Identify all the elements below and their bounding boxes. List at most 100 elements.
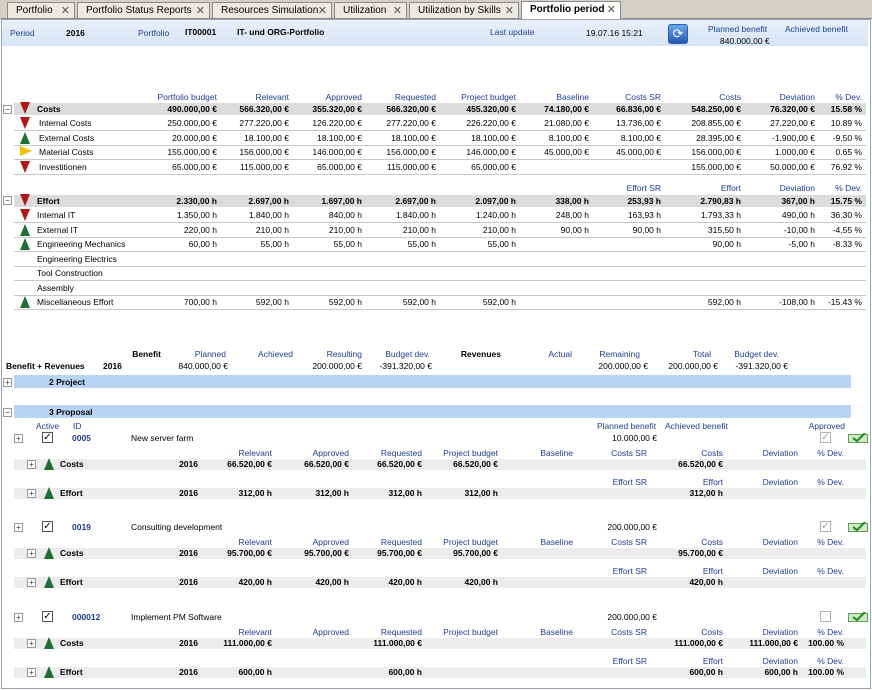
close-icon[interactable]: ✕ [318,4,327,17]
approved-checkbox[interactable]: ✓ [820,432,831,443]
green-up-triangle-icon [44,666,54,678]
green-up-triangle-icon [44,458,54,470]
proposal-planned-benefit: 200.000,00 € [607,522,657,532]
row-divider [14,130,866,131]
portfolio-label: Portfolio [138,28,170,38]
sub-column-header: % Dev. [817,566,844,576]
proposal-id: 0005 [72,433,91,443]
sub-column-header: % Dev. [817,656,844,666]
tab-bar: Portfolio ✕ Portfolio Status Reports ✕ Res… [0,0,872,19]
cell-value: 15.75 % [830,196,862,206]
close-icon[interactable]: ✕ [607,3,616,16]
effort-row-label: Assembly [37,283,74,293]
benefit-budget-dev-2: -391.320,00 € [735,361,788,371]
portfolio-name: IT- und ORG-Portfolio [237,27,325,37]
planned-benefit-label: Planned benefit [708,24,768,34]
effort-row-label: External IT [37,225,79,235]
column-header: % Dev. [835,183,862,193]
sub-column-header: % Dev. [817,627,844,637]
group-label-project: 2 Project [49,377,85,387]
cell-value: 600,00 h [388,667,422,677]
cell-value: 66.520,00 € [678,459,723,469]
cell-value: 420,00 h [689,577,723,587]
cell-value: 111.000,00 € [223,638,272,648]
green-up-triangle-icon [44,487,54,499]
expand-effort-toggle[interactable]: + [27,578,36,587]
group-row-proposal[interactable] [14,405,851,418]
green-up-triangle-icon [44,637,54,649]
cell-value: 420,00 h [464,577,498,587]
id-header: ID [73,421,82,431]
red-down-triangle-icon [20,209,30,221]
cell-value: 312,00 h [689,488,723,498]
proposal-name: Consulting development [131,522,223,532]
tab-utilization[interactable]: Utilization ✕ [334,2,407,18]
column-header: % Dev. [835,92,862,102]
tab-portfolio-period[interactable]: Portfolio period ✕ [521,1,621,19]
approve-check-icon[interactable] [848,432,868,443]
expand-proposal-toggle[interactable]: + [14,434,23,443]
portfolio-id[interactable]: IT00001 [185,27,216,38]
approve-check-icon[interactable] [848,521,868,532]
effort-row-label: Tool Construction [37,268,103,278]
refresh-button[interactable]: ⟳ [668,24,688,44]
expand-costs-toggle[interactable]: + [27,460,36,469]
close-icon[interactable]: ✕ [393,4,402,17]
approved-checkbox[interactable]: ✓ [820,521,831,532]
tab-label: Resources Simulation [221,5,319,16]
proposal-planned-benefit: 200.000,00 € [607,612,657,622]
cell-value: 55,00 h [487,239,516,249]
active-checkbox[interactable]: ✓ [42,521,53,532]
group-label-proposal: 3 Proposal [49,407,93,417]
benefit-planned: 840.000,00 € [178,361,228,371]
expand-costs-toggle[interactable]: + [27,549,36,558]
tab-resources-simulation[interactable]: Resources Simulation ✕ [212,2,332,18]
cell-value: 312,00 h [464,488,498,498]
proposal-planned-benefit: 10.000,00 € [612,433,657,443]
collapse-costs-toggle[interactable]: − [3,105,12,114]
proposal-name: Implement PM Software [131,612,222,622]
close-icon[interactable]: ✕ [61,4,70,17]
approve-check-icon[interactable] [848,611,868,622]
expand-proposal-toggle[interactable]: + [14,523,23,532]
expand-effort-toggle[interactable]: + [27,668,36,677]
expand-project-toggle[interactable]: + [3,378,12,387]
sub-column-header: % Dev. [817,448,844,458]
period-value[interactable]: 2016 [66,28,85,39]
active-checkbox[interactable]: ✓ [42,432,53,443]
cell-value: -9.50 % [832,133,862,143]
tab-label: Portfolio [16,5,53,16]
expand-costs-toggle[interactable]: + [27,639,36,648]
collapse-proposal-toggle[interactable]: − [3,408,12,417]
red-down-triangle-icon [20,161,30,173]
tab-portfolio-status-reports[interactable]: Portfolio Status Reports ✕ [77,2,210,18]
tab-label: Portfolio period [530,4,605,15]
proposal-name: New server farm [131,433,194,443]
close-icon[interactable]: ✕ [196,4,205,17]
cell-value: 15.58 % [830,104,862,114]
row-divider [14,266,866,267]
tab-portfolio[interactable]: Portfolio ✕ [7,2,75,18]
effort-row-label: Internal IT [37,210,76,220]
tab-utilization-by-skills[interactable]: Utilization by Skills ✕ [409,2,519,18]
last-update-label: Last update [490,27,535,37]
proposal-id: 000012 [72,612,101,622]
close-icon[interactable]: ✕ [505,4,514,17]
cell-value: 0.65 % [835,147,862,157]
green-up-triangle-icon [44,576,54,588]
cell-value: 76.92 % [830,162,862,172]
cell-value: 36.30 % [830,210,862,220]
cell-value: 66.520,00 € [453,459,498,469]
approved-checkbox[interactable] [820,611,831,622]
expand-effort-toggle[interactable]: + [27,489,36,498]
red-down-triangle-icon [20,102,30,114]
collapse-effort-toggle[interactable]: − [3,196,12,205]
cell-value: 600,00 h [238,667,272,677]
row-divider [14,309,866,310]
expand-proposal-toggle[interactable]: + [14,613,23,622]
cell-value: 592,00 h [482,297,516,307]
effort-row-label: Engineering Electrics [37,254,117,264]
active-checkbox[interactable]: ✓ [42,611,53,622]
group-row-project[interactable] [14,375,851,388]
active-header: Active [36,421,60,431]
